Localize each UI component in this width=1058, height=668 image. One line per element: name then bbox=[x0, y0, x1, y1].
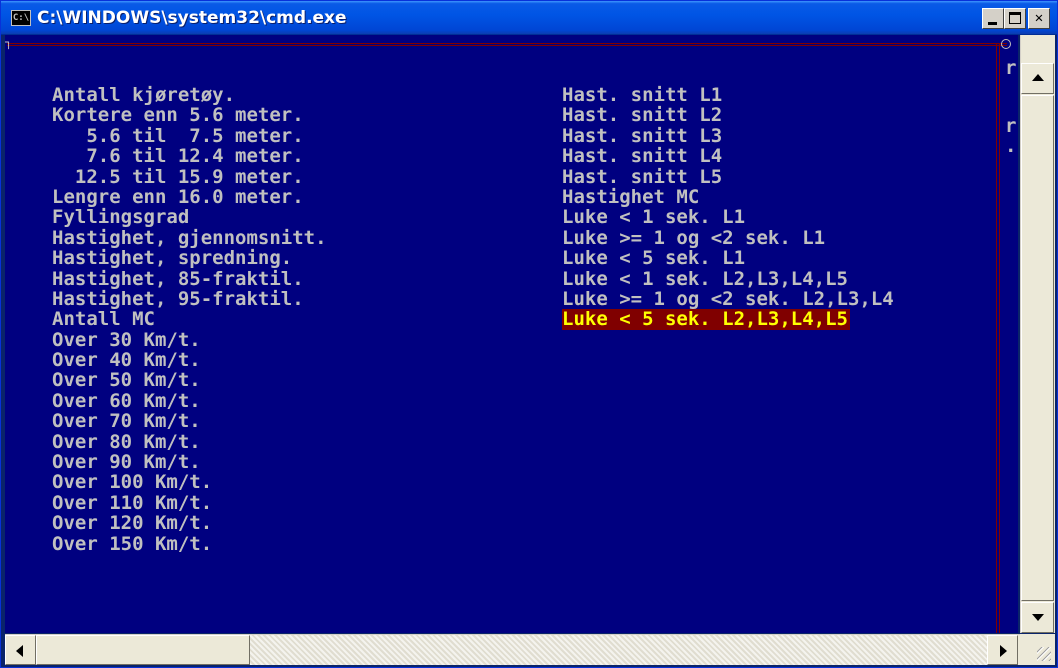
menu-item[interactable]: 5.6 til 7.5 meter. bbox=[52, 125, 327, 146]
menu-item[interactable]: Kortere enn 5.6 meter. bbox=[52, 105, 327, 126]
menu-item[interactable]: Over 60 Km/t. bbox=[52, 390, 327, 411]
menu-item[interactable]: Over 70 Km/t. bbox=[52, 411, 327, 432]
menu-item[interactable]: Antall kjøretøy. bbox=[52, 85, 327, 106]
close-button[interactable]: ✕ bbox=[1028, 8, 1050, 29]
cmd-window: C:\ C:\WINDOWS\system32\cmd.exe ✕ ┐ r r … bbox=[0, 0, 1058, 668]
resize-grip-icon bbox=[1037, 647, 1051, 661]
title-bar[interactable]: C:\ C:\WINDOWS\system32\cmd.exe ✕ bbox=[1, 1, 1057, 35]
menu-item[interactable]: Over 50 Km/t. bbox=[52, 370, 327, 391]
console-area[interactable]: ┐ r r . Antall kjøretøy. Kortere enn 5.6… bbox=[5, 35, 1018, 633]
menu-item-selected[interactable]: Luke < 5 sek. L2,L3,L4,L5 bbox=[562, 309, 894, 330]
frame-border-right bbox=[996, 43, 1000, 633]
horizontal-scroll-thumb[interactable] bbox=[36, 635, 250, 665]
vertical-scrollbar[interactable] bbox=[1020, 35, 1055, 633]
menu-item[interactable]: Luke >= 1 og <2 sek. L1 bbox=[562, 227, 894, 248]
menu-item[interactable]: Over 150 Km/t. bbox=[52, 533, 327, 554]
menu-item[interactable]: Over 100 Km/t. bbox=[52, 472, 327, 493]
scroll-up-button[interactable] bbox=[1021, 63, 1054, 94]
scroll-right-button[interactable] bbox=[987, 635, 1018, 665]
menu-item[interactable]: Hastighet, 85-fraktil. bbox=[52, 268, 327, 289]
arrow-down-icon bbox=[1032, 614, 1044, 621]
menu-item[interactable]: Over 120 Km/t. bbox=[52, 513, 327, 534]
arrow-right-icon bbox=[1000, 645, 1007, 657]
close-icon: ✕ bbox=[1034, 10, 1044, 26]
selected-menu-item-highlight[interactable]: Luke < 5 sek. L2,L3,L4,L5 bbox=[562, 309, 850, 330]
maximize-icon bbox=[1009, 12, 1021, 24]
frame-border-top bbox=[7, 43, 1007, 46]
arrow-up-icon bbox=[1032, 74, 1044, 81]
frame-circle-glyph bbox=[1001, 39, 1011, 49]
menu-left-column: Antall kjøretøy. Kortere enn 5.6 meter. … bbox=[52, 85, 327, 554]
scroll-left-button[interactable] bbox=[5, 635, 36, 665]
arrow-left-icon bbox=[16, 645, 23, 657]
edge-char-3: . bbox=[1005, 135, 1017, 157]
minimize-icon bbox=[988, 22, 997, 25]
horizontal-scrollbar[interactable] bbox=[5, 634, 1020, 665]
menu-item[interactable]: Luke >= 1 og <2 sek. L2,L3,L4 bbox=[562, 289, 894, 310]
maximize-button[interactable] bbox=[1004, 8, 1026, 29]
menu-item[interactable]: Hastighet MC bbox=[562, 187, 894, 208]
frame-corner-glyph: ┐ bbox=[5, 35, 13, 49]
window-title: C:\WINDOWS\system32\cmd.exe bbox=[37, 8, 347, 28]
menu-item[interactable]: 12.5 til 15.9 meter. bbox=[52, 166, 327, 187]
menu-item[interactable]: Hast. snitt L4 bbox=[562, 146, 894, 167]
menu-item[interactable]: Hastighet, gjennomsnitt. bbox=[52, 227, 327, 248]
vertical-scroll-thumb[interactable] bbox=[1021, 95, 1054, 601]
menu-item[interactable]: Over 40 Km/t. bbox=[52, 350, 327, 371]
minimize-button[interactable] bbox=[982, 8, 1004, 29]
menu-item[interactable]: Luke < 1 sek. L1 bbox=[562, 207, 894, 228]
menu-item[interactable]: Lengre enn 16.0 meter. bbox=[52, 187, 327, 208]
menu-item[interactable]: 7.6 til 12.4 meter. bbox=[52, 146, 327, 167]
menu-item[interactable]: Hast. snitt L2 bbox=[562, 105, 894, 126]
menu-item[interactable]: Luke < 1 sek. L2,L3,L4,L5 bbox=[562, 268, 894, 289]
menu-item[interactable]: Over 90 Km/t. bbox=[52, 452, 327, 473]
menu-item[interactable]: Fyllingsgrad bbox=[52, 207, 327, 228]
menu-item[interactable]: Over 80 Km/t. bbox=[52, 431, 327, 452]
menu-right-column: Hast. snitt L1 Hast. snitt L2 Hast. snit… bbox=[562, 85, 894, 330]
menu-item[interactable]: Over 30 Km/t. bbox=[52, 329, 327, 350]
horizontal-scroll-track[interactable] bbox=[250, 635, 987, 665]
menu-item[interactable]: Antall MC bbox=[52, 309, 327, 330]
menu-item[interactable]: Hast. snitt L1 bbox=[562, 85, 894, 106]
menu-item[interactable]: Hastighet, 95-fraktil. bbox=[52, 289, 327, 310]
resize-grip[interactable] bbox=[1020, 634, 1055, 665]
cmd-app-icon[interactable]: C:\ bbox=[11, 10, 31, 26]
menu-item[interactable]: Over 110 Km/t. bbox=[52, 492, 327, 513]
edge-char-2: r bbox=[1005, 115, 1017, 137]
menu-item[interactable]: Hast. snitt L3 bbox=[562, 125, 894, 146]
menu-item[interactable]: Hastighet, spredning. bbox=[52, 248, 327, 269]
menu-item[interactable]: Luke < 5 sek. L1 bbox=[562, 248, 894, 269]
menu-item[interactable]: Hast. snitt L5 bbox=[562, 166, 894, 187]
scroll-down-button[interactable] bbox=[1021, 602, 1054, 633]
edge-char-1: r bbox=[1005, 57, 1017, 79]
